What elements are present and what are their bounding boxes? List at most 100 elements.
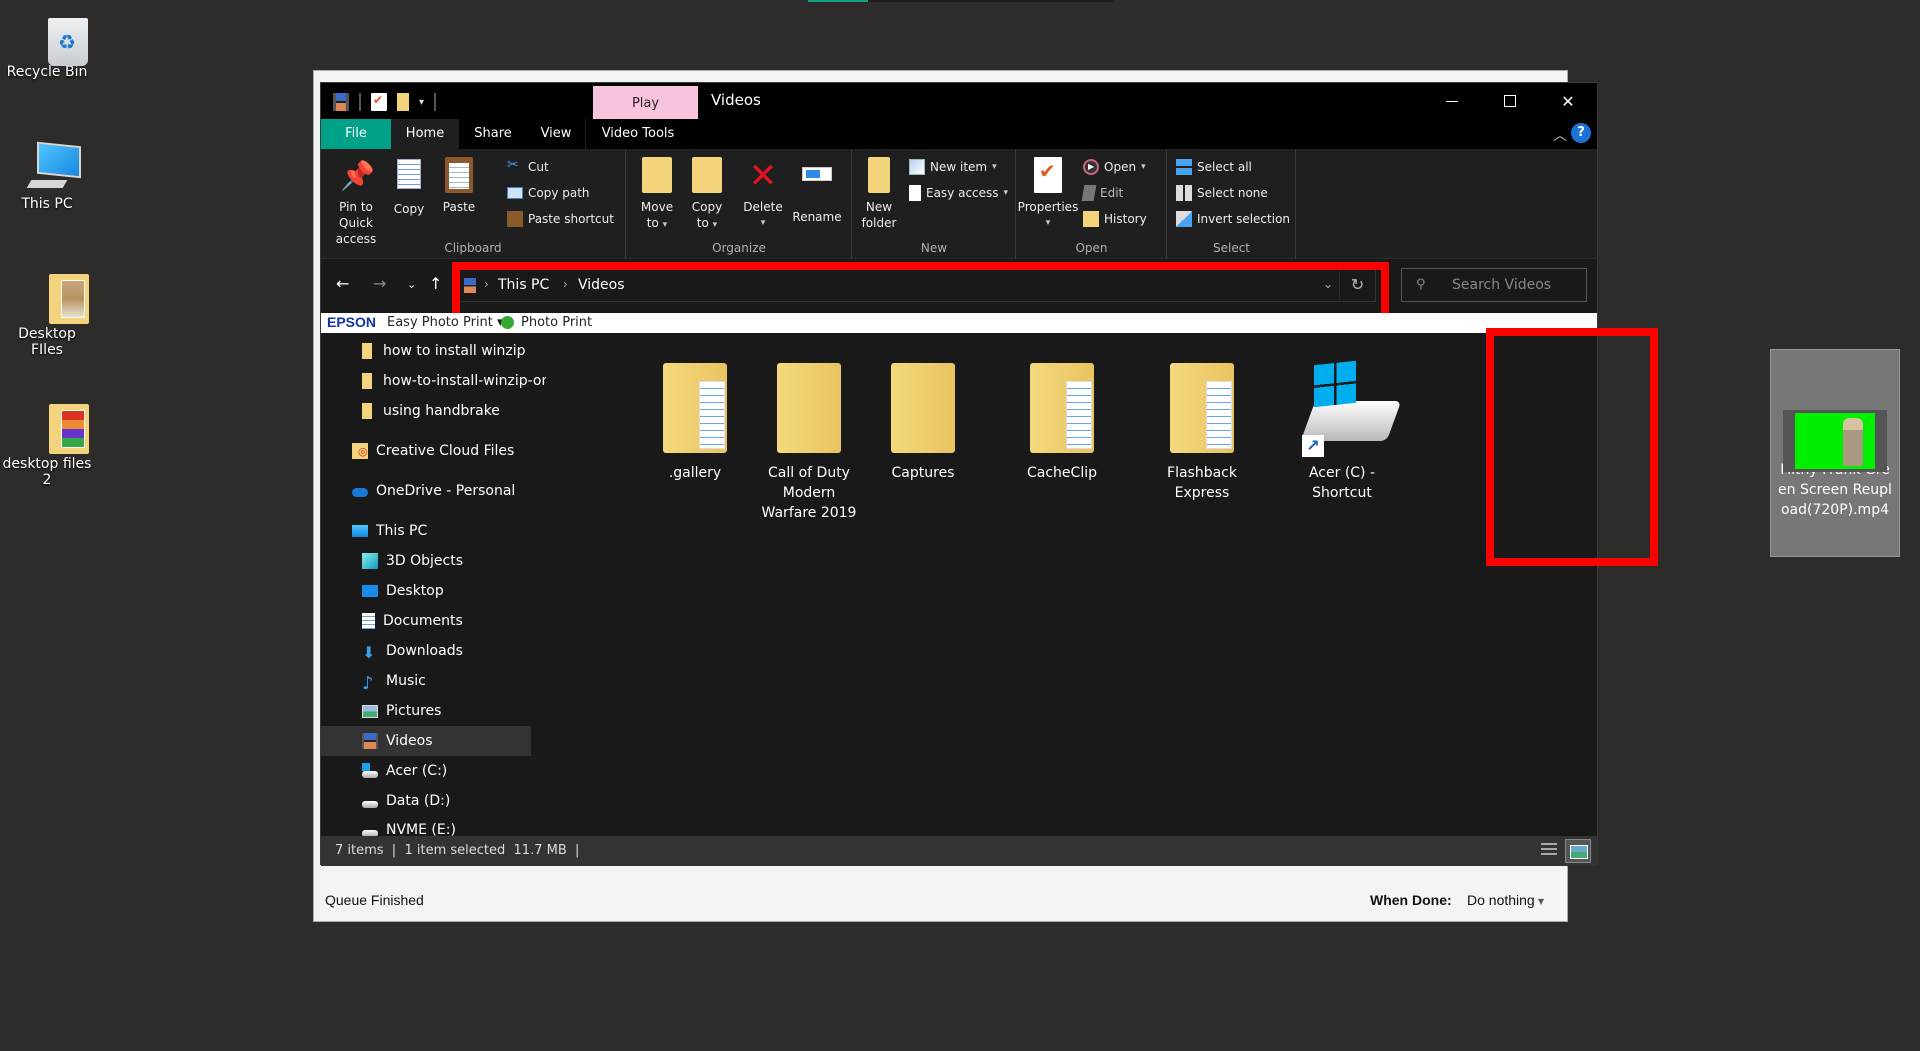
nav-item-how-to-install-winzip[interactable]: how to install winzip [321, 336, 531, 366]
refresh-button[interactable]: ↻ [1339, 269, 1375, 301]
play-icon [1083, 159, 1099, 175]
history-button[interactable]: History [1083, 209, 1147, 229]
address-dropdown-icon[interactable]: ⌄ [1323, 277, 1333, 291]
move-to-icon [641, 157, 673, 195]
drive-icon [362, 800, 378, 808]
new-folder-icon[interactable] [397, 93, 409, 111]
breadcrumb-videos[interactable]: Videos [578, 277, 625, 293]
nav-item-label: Downloads [386, 643, 463, 659]
photo-print-button[interactable]: Photo Print [521, 315, 592, 330]
pin-icon: 📌 [340, 159, 375, 192]
nav-item-creative-cloud-files[interactable]: Creative Cloud Files [321, 436, 531, 466]
cut-label: Cut [528, 160, 549, 174]
help-icon[interactable]: ? [1571, 123, 1591, 143]
copy-path-button[interactable]: Copy path [507, 183, 590, 203]
select-all-button[interactable]: Select all [1176, 157, 1252, 177]
status-text: 7 items | 1 item selected 11.7 MB | [335, 843, 580, 858]
properties-icon[interactable] [371, 93, 387, 111]
invert-selection-button[interactable]: Invert selection [1176, 209, 1290, 229]
new-folder-button[interactable]: New folder [859, 155, 899, 231]
file-item-captures[interactable]: Captures [855, 353, 991, 483]
window-title: Videos [711, 91, 761, 109]
folder-icon [655, 357, 735, 457]
pictures-icon [362, 704, 378, 718]
tab-play[interactable]: Play [593, 86, 698, 119]
desktop-icon-desktop-files[interactable]: Desktop FIles [0, 270, 94, 358]
close-button[interactable]: ✕ [1539, 83, 1597, 119]
folder-icon [362, 343, 372, 359]
nav-item-desktop[interactable]: Desktop [321, 576, 531, 606]
easy-access-button[interactable]: Easy access ▾ [909, 183, 1008, 203]
nav-item-data-d[interactable]: Data (D:) [321, 786, 531, 816]
copy-button[interactable]: Copy [389, 155, 429, 217]
tab-view[interactable]: View [527, 119, 585, 149]
nav-item-pictures[interactable]: Pictures [321, 696, 531, 726]
folder-icon [23, 270, 89, 324]
desktop-icon-this-pc[interactable]: This PC [0, 140, 94, 212]
navigation-pane: how to install winzip how-to-install-win… [321, 333, 546, 836]
nav-item-using-handbrake[interactable]: using handbrake [321, 396, 531, 426]
breadcrumb-this-pc[interactable]: This PC [498, 277, 549, 293]
desktop-icon-label: This PC [21, 196, 73, 212]
pin-to-quick-access-button[interactable]: 📌 Pin to Quick access [325, 155, 387, 247]
new-item-label: New item [930, 160, 988, 174]
rename-button[interactable]: Rename [789, 155, 845, 225]
details-view-button[interactable] [1541, 843, 1557, 857]
open-button[interactable]: Open ▾ [1083, 157, 1146, 177]
paste-button[interactable]: Paste [437, 155, 481, 215]
up-button[interactable]: ↑ [429, 274, 442, 293]
address-bar[interactable]: › This PC › Videos ⌄ ↻ [457, 268, 1376, 302]
nav-item-how-to-install-winzip-on-wi[interactable]: how-to-install-winzip-on-wi [321, 366, 546, 396]
maximize-button[interactable] [1481, 83, 1539, 119]
nav-item-this-pc[interactable]: This PC [321, 516, 531, 546]
paste-shortcut-icon [507, 211, 523, 227]
nav-item-onedrive[interactable]: OneDrive - Personal [321, 476, 531, 506]
file-item-filthy-frank-video[interactable]: Filthy Frank Green Screen Reupload(720P)… [1770, 349, 1900, 557]
nav-item-3d-objects[interactable]: 3D Objects [321, 546, 531, 576]
large-icons-view-button[interactable] [1565, 839, 1591, 863]
history-label: History [1104, 212, 1147, 226]
forward-button[interactable]: → [373, 274, 386, 293]
cut-button[interactable]: Cut [507, 157, 549, 177]
file-item-acer-shortcut[interactable]: ↗ Acer (C) - Shortcut [1274, 353, 1410, 503]
delete-label: Delete [743, 200, 783, 214]
nav-item-acer-c[interactable]: Acer (C:) [321, 756, 531, 786]
nav-item-label: how-to-install-winzip-on-wi [383, 373, 546, 389]
tab-share[interactable]: Share [459, 119, 527, 149]
nav-item-label: 3D Objects [386, 553, 464, 569]
desktop-icon-recycle-bin[interactable]: Recycle Bin [0, 8, 94, 80]
easy-photo-print-button[interactable]: Easy Photo Print ▾ [387, 315, 504, 330]
nav-item-music[interactable]: ♪ Music [321, 666, 531, 696]
desktop-icon-desktop-files-2[interactable]: desktop files 2 [0, 400, 94, 488]
new-item-button[interactable]: New item ▾ [909, 157, 997, 177]
tab-file[interactable]: File [321, 119, 391, 149]
paste-shortcut-button[interactable]: Paste shortcut [507, 209, 614, 229]
nav-item-nvme-e[interactable]: NVME (E:) [321, 815, 531, 836]
recent-locations-button[interactable]: ⌄ [407, 278, 416, 291]
copy-to-button[interactable]: Copy to ▾ [685, 155, 729, 233]
nav-item-label: Data (D:) [386, 793, 451, 809]
minimize-button[interactable] [1423, 83, 1481, 119]
file-item-flashback-express[interactable]: Flashback Express [1134, 353, 1270, 503]
rename-icon [801, 167, 833, 205]
select-none-button[interactable]: Select none [1176, 183, 1268, 203]
nav-item-downloads[interactable]: ⬇ Downloads [321, 636, 531, 666]
file-item-cacheclip[interactable]: CacheClip [994, 353, 1130, 483]
delete-button[interactable]: ✕ Delete ▾ [741, 155, 785, 231]
properties-button[interactable]: Properties ▾ [1017, 155, 1079, 231]
nav-item-documents[interactable]: Documents [321, 606, 531, 636]
collapse-ribbon-icon[interactable]: ︿ [1553, 125, 1567, 145]
video-thumbnail [1783, 354, 1887, 472]
file-list: .gallery Call of Duty Modern Warfare 201… [591, 333, 1900, 836]
customize-toolbar-icon[interactable]: ▾ [419, 97, 424, 108]
search-input[interactable]: ⚲ Search Videos [1401, 268, 1587, 302]
tab-home[interactable]: Home [391, 119, 459, 149]
back-button[interactable]: ← [336, 274, 349, 293]
edit-button[interactable]: Edit [1081, 183, 1123, 203]
nav-item-videos[interactable]: Videos [321, 726, 531, 756]
nav-item-label: Acer (C:) [386, 763, 448, 779]
move-to-button[interactable]: Move to ▾ [635, 155, 679, 233]
select-all-icon [1176, 159, 1192, 175]
when-done-dropdown[interactable]: Do nothing [1467, 892, 1544, 908]
refresh-icon: ↻ [1350, 275, 1365, 294]
